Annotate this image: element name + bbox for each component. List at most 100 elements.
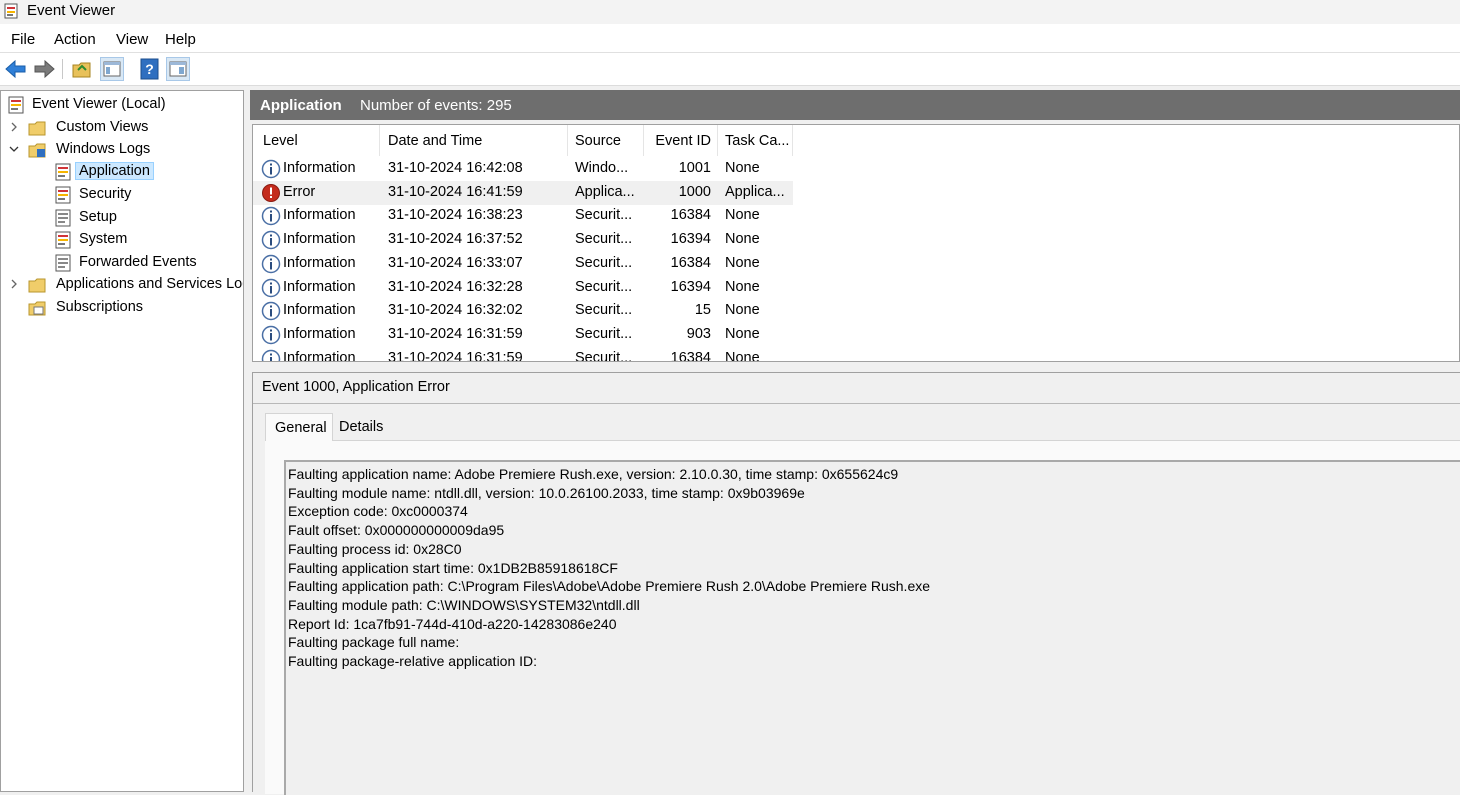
tree-label: Custom Views xyxy=(56,119,149,135)
cell-level: Information xyxy=(283,278,356,295)
menu-file[interactable]: File xyxy=(11,31,35,48)
description-line: Faulting application start time: 0x1DB2B… xyxy=(288,559,618,576)
column-header-task-category[interactable]: Task Ca... xyxy=(718,125,793,156)
column-header-source[interactable]: Source xyxy=(568,125,644,156)
cell-source: Securit... xyxy=(575,325,633,342)
description-line: Faulting package full name: xyxy=(288,634,460,651)
event-detail-title: Event 1000, Application Error xyxy=(262,379,450,395)
cell-source: Windo... xyxy=(575,160,629,176)
table-row[interactable]: Information 31-10-2024 16:38:23 Securit...… xyxy=(253,204,793,228)
pane-splitter[interactable] xyxy=(252,362,1460,372)
menu-help[interactable]: Help xyxy=(165,31,196,48)
show-hide-tree-icon[interactable] xyxy=(100,57,124,81)
chevron-down-icon[interactable] xyxy=(9,143,19,155)
cell-task: None xyxy=(725,325,760,342)
description-line: Faulting module path: C:\WINDOWS\SYSTEM3… xyxy=(288,596,640,613)
tree-label: Security xyxy=(79,186,132,202)
description-line: Faulting application name: Adobe Premier… xyxy=(288,466,899,482)
column-header-label: Source xyxy=(575,133,621,149)
event-detail-pane: Event 1000, Application Error General De… xyxy=(252,372,1460,795)
cell-level: Error xyxy=(283,183,316,200)
log-title: Application xyxy=(260,97,342,114)
description-line: Fault offset: 0x000000000009da95 xyxy=(288,522,505,539)
cell-datetime: 31-10-2024 16:32:28 xyxy=(388,278,523,295)
open-folder-icon[interactable] xyxy=(70,57,94,81)
column-header-level[interactable]: Level xyxy=(253,125,380,156)
information-icon xyxy=(261,254,281,274)
folder-icon xyxy=(28,278,46,293)
table-row[interactable]: Information 31-10-2024 16:31:59 Securit...… xyxy=(253,323,793,347)
title-bar: Event Viewer xyxy=(0,0,1460,24)
tree-label: Event Viewer (Local) xyxy=(32,96,166,112)
cell-task: None xyxy=(725,302,760,319)
cell-source: Securit... xyxy=(575,278,633,295)
table-row[interactable]: Information 31-10-2024 16:32:02 Securit...… xyxy=(253,299,793,323)
tab-general[interactable]: General xyxy=(265,413,333,441)
information-icon xyxy=(261,325,281,345)
log-header-bar: Application Number of events: 295 xyxy=(250,90,1460,120)
information-icon xyxy=(261,301,281,321)
cell-level: Information xyxy=(283,325,356,342)
tree-label: Applications and Services Logs xyxy=(56,276,244,292)
cell-level: Information xyxy=(283,254,356,271)
cell-event-id: 16394 xyxy=(670,278,711,295)
tab-details[interactable]: Details xyxy=(333,413,391,441)
table-row[interactable]: Information 31-10-2024 16:37:52 Securit...… xyxy=(253,228,793,252)
cell-event-id: 1001 xyxy=(678,160,711,176)
event-viewer-icon xyxy=(8,96,24,114)
cell-datetime: 31-10-2024 16:38:23 xyxy=(388,207,523,224)
log-icon xyxy=(55,254,71,272)
information-icon xyxy=(261,159,281,179)
cell-datetime: 31-10-2024 16:42:08 xyxy=(388,160,523,176)
tab-label: Details xyxy=(339,419,384,435)
divider xyxy=(253,403,1460,404)
cell-task: None xyxy=(725,278,760,295)
tree-label: Application xyxy=(75,162,154,180)
cell-event-id: 16394 xyxy=(670,231,711,248)
table-row[interactable]: Information 31-10-2024 16:31:59 Securit...… xyxy=(253,347,793,362)
back-arrow-icon[interactable] xyxy=(4,57,28,81)
cell-datetime: 31-10-2024 16:41:59 xyxy=(388,183,523,200)
table-row[interactable]: Error 31-10-2024 16:41:59 Applica... 1000 Ap… xyxy=(253,180,793,205)
logs-folder-icon xyxy=(28,143,46,158)
table-row[interactable]: Information 31-10-2024 16:32:28 Securit...… xyxy=(253,276,793,300)
table-row[interactable]: Information 31-10-2024 16:42:08 Windo... 10… xyxy=(253,157,793,181)
cell-source: Securit... xyxy=(575,349,633,362)
cell-event-id: 16384 xyxy=(670,254,711,271)
tree-label: Forwarded Events xyxy=(79,254,197,270)
cell-event-id: 903 xyxy=(686,325,711,342)
description-line: Faulting package-relative application ID… xyxy=(288,653,538,669)
event-description-box[interactable]: Faulting application name: Adobe Premier… xyxy=(284,460,1460,795)
svg-text:?: ? xyxy=(145,61,154,77)
menu-view[interactable]: View xyxy=(116,31,148,48)
properties-pane-icon[interactable] xyxy=(166,57,190,81)
menu-action[interactable]: Action xyxy=(54,31,96,48)
column-header-date-time[interactable]: Date and Time xyxy=(380,125,568,156)
menu-bar: File Action View Help xyxy=(0,24,1460,53)
cell-event-id: 1000 xyxy=(678,183,711,200)
table-row[interactable]: Information 31-10-2024 16:33:07 Securit...… xyxy=(253,252,793,276)
window-title: Event Viewer xyxy=(27,2,116,19)
tree-label: Setup xyxy=(79,209,117,225)
help-icon[interactable]: ? xyxy=(138,57,162,81)
description-line: Exception code: 0xc0000374 xyxy=(288,503,468,520)
toolbar-separator xyxy=(62,59,63,79)
cell-datetime: 31-10-2024 16:33:07 xyxy=(388,254,523,271)
chevron-right-icon[interactable] xyxy=(9,278,19,290)
tree-label: Subscriptions xyxy=(56,299,144,315)
information-icon xyxy=(261,349,281,361)
cell-event-id: 15 xyxy=(694,302,711,319)
cell-source: Securit... xyxy=(575,207,633,224)
cell-event-id: 16384 xyxy=(670,349,711,362)
column-header-label: Date and Time xyxy=(388,133,483,149)
column-header-label: Task Ca... xyxy=(725,133,790,149)
cell-level: Information xyxy=(283,349,356,362)
log-icon xyxy=(55,186,71,204)
cell-source: Securit... xyxy=(575,302,633,319)
forward-arrow-icon[interactable] xyxy=(32,57,56,81)
column-header-event-id[interactable]: Event ID xyxy=(644,125,718,156)
column-header-label: Event ID xyxy=(655,133,711,149)
log-icon xyxy=(55,231,71,249)
cell-datetime: 31-10-2024 16:37:52 xyxy=(388,231,523,248)
chevron-right-icon[interactable] xyxy=(9,121,19,133)
